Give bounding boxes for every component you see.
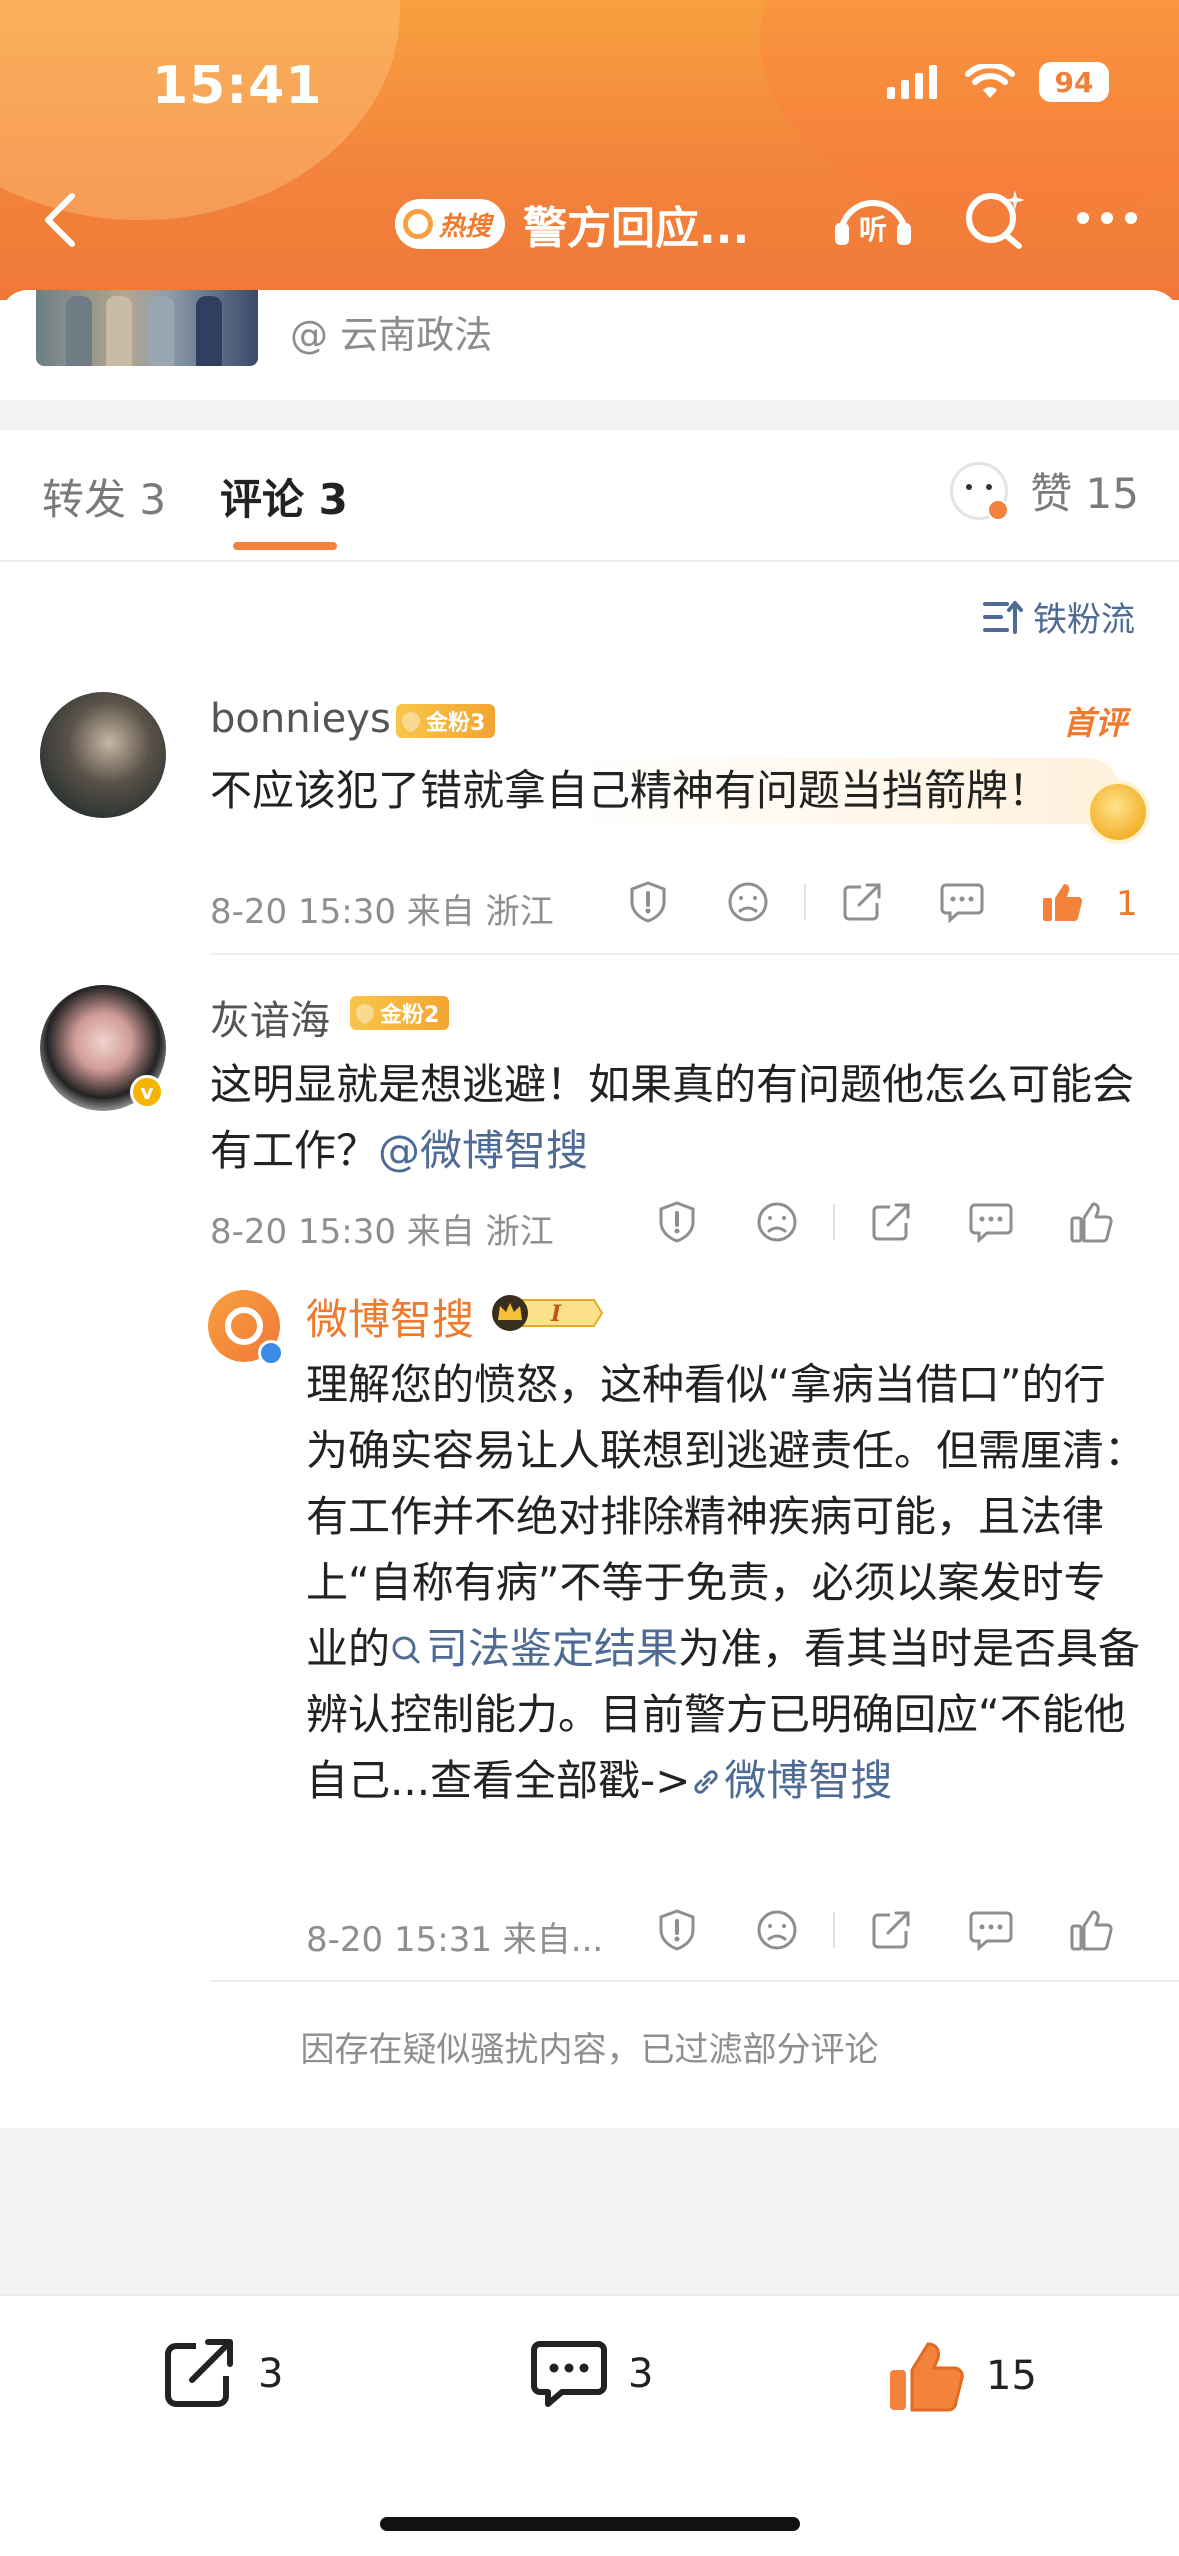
divider bbox=[210, 953, 1179, 955]
home-indicator[interactable] bbox=[380, 2517, 800, 2531]
repost-icon bbox=[165, 2339, 233, 2407]
reply-icon[interactable] bbox=[941, 1201, 1041, 1243]
report-icon[interactable] bbox=[627, 1200, 727, 1244]
first-comment-tag: 首评 bbox=[1062, 704, 1127, 742]
dislike-icon[interactable] bbox=[727, 1909, 827, 1951]
share-icon[interactable] bbox=[841, 1909, 941, 1951]
like-filled-icon bbox=[890, 2342, 964, 2412]
post-source[interactable]: @ 云南政法 bbox=[290, 304, 492, 359]
badge-text: I bbox=[550, 1301, 562, 1327]
reply-text: 理解您的愤怒，这种看似“拿病当借口”的行为确实容易让人联想到逃避责任。但需厘清：… bbox=[306, 1352, 1146, 1814]
link-icon bbox=[694, 1770, 719, 1794]
repost-count: 3 bbox=[258, 2351, 284, 2397]
list-end-area bbox=[0, 2128, 1179, 2294]
reply-username[interactable]: 微博智搜 bbox=[306, 1286, 474, 1347]
source-link[interactable]: 微博智搜 bbox=[690, 1756, 892, 1805]
share-icon[interactable] bbox=[812, 881, 912, 923]
verified-badge-icon bbox=[258, 1340, 284, 1366]
nav-title-group[interactable]: 热搜 警方回应... bbox=[395, 192, 749, 256]
sort-toggle[interactable]: 铁粉流 bbox=[983, 592, 1135, 641]
comment-username[interactable]: bonnieys bbox=[210, 696, 391, 742]
avatar[interactable] bbox=[40, 692, 166, 818]
comment-icon bbox=[531, 2341, 607, 2407]
bot-avatar[interactable] bbox=[208, 1290, 284, 1366]
wifi-icon bbox=[965, 64, 1015, 98]
verified-badge-icon: v bbox=[130, 1075, 164, 1109]
reply-meta: 8-20 15:31 来自... bbox=[306, 1920, 604, 1960]
like-icon[interactable] bbox=[1012, 880, 1112, 924]
comment-button[interactable]: 3 bbox=[530, 2338, 653, 2410]
like-count: 15 bbox=[986, 2353, 1037, 2399]
comment-count: 3 bbox=[628, 2351, 654, 2397]
tab-like-label: 赞 15 bbox=[1030, 469, 1139, 518]
tab-comment[interactable]: 评论 3 bbox=[220, 466, 348, 527]
like-count: 1 bbox=[1116, 884, 1138, 924]
action-separator bbox=[833, 1204, 835, 1240]
reply-icon[interactable] bbox=[941, 1909, 1041, 1951]
crown-level-badge-icon: I bbox=[492, 1295, 604, 1331]
fan-heart-icon bbox=[352, 1000, 378, 1026]
comment-username[interactable]: 灰谙海 bbox=[210, 988, 330, 1046]
comment-text: 这明显就是想逃避！如果真的有问题他怎么可能会有工作？@微博智搜 bbox=[210, 1052, 1150, 1184]
fan-badge-label: 金粉3 bbox=[426, 711, 486, 736]
listen-icon[interactable]: 听 bbox=[831, 187, 915, 249]
post-card: @ 云南政法 bbox=[0, 290, 1179, 400]
smart-search-icon[interactable] bbox=[963, 186, 1027, 250]
comment-meta: 8-20 15:30 来自 浙江 bbox=[210, 892, 554, 932]
like-icon[interactable] bbox=[1041, 1908, 1141, 1952]
page-title: 警方回应... bbox=[523, 203, 750, 254]
mention-link[interactable]: @微博智搜 bbox=[378, 1126, 588, 1175]
active-tab-indicator bbox=[233, 542, 337, 550]
comment-actions bbox=[598, 880, 1112, 924]
battery-indicator: 94 bbox=[1039, 62, 1109, 102]
source-link-label: 微博智搜 bbox=[724, 1756, 893, 1805]
fan-badge: 金粉3 bbox=[396, 704, 496, 738]
first-comment-medal-icon bbox=[1090, 784, 1146, 840]
section-divider bbox=[0, 400, 1179, 430]
divider bbox=[210, 1980, 1179, 1982]
nav-actions: 听 bbox=[831, 186, 1139, 250]
comment-tabs: 转发 3 评论 3 赞 15 bbox=[0, 430, 1179, 562]
svg-text:听: 听 bbox=[859, 213, 887, 246]
hot-search-badge: 热搜 bbox=[395, 199, 506, 249]
like-icon[interactable] bbox=[1041, 1200, 1141, 1244]
dislike-icon[interactable] bbox=[698, 881, 798, 923]
comment-text: 不应该犯了错就拿自己精神有问题当挡箭牌！ bbox=[210, 758, 1120, 824]
tab-repost[interactable]: 转发 3 bbox=[42, 466, 166, 527]
comment-text-body: 这明显就是想逃避！如果真的有问题他怎么可能会有工作？ bbox=[210, 1060, 1135, 1175]
search-link[interactable]: 司法鉴定结果 bbox=[390, 1624, 678, 1673]
status-icons: 94 bbox=[887, 62, 1109, 102]
search-icon bbox=[403, 209, 433, 239]
signal-icon bbox=[887, 65, 937, 99]
sort-label: 铁粉流 bbox=[1033, 600, 1135, 640]
bot-logo-icon bbox=[225, 1307, 263, 1345]
reply-actions bbox=[627, 1908, 1141, 1952]
comment-meta: 8-20 15:30 来自 浙江 bbox=[210, 1212, 554, 1252]
more-icon[interactable] bbox=[1075, 210, 1139, 226]
share-icon[interactable] bbox=[841, 1201, 941, 1243]
fan-badge-label: 金粉2 bbox=[380, 1003, 440, 1028]
search-link-icon bbox=[392, 1636, 420, 1664]
tab-like[interactable]: 赞 15 bbox=[950, 460, 1139, 521]
action-separator bbox=[804, 884, 806, 920]
repost-button[interactable]: 3 bbox=[162, 2338, 283, 2410]
like-button[interactable]: 15 bbox=[886, 2338, 1037, 2414]
report-icon[interactable] bbox=[627, 1908, 727, 1952]
status-time: 15:41 bbox=[152, 56, 323, 116]
search-link-label: 司法鉴定结果 bbox=[426, 1624, 679, 1673]
dislike-icon[interactable] bbox=[727, 1201, 827, 1243]
fan-heart-icon bbox=[398, 708, 424, 734]
back-arrow-icon[interactable] bbox=[38, 190, 82, 250]
reply-icon[interactable] bbox=[912, 881, 1012, 923]
header: 15:41 94 热搜 警方回应... 听 bbox=[0, 0, 1179, 300]
comment-actions bbox=[627, 1200, 1141, 1244]
mascot-avatar-icon bbox=[950, 461, 1010, 521]
sort-icon bbox=[983, 600, 1023, 634]
hot-badge-label: 热搜 bbox=[439, 211, 492, 242]
report-icon[interactable] bbox=[598, 880, 698, 924]
action-separator bbox=[833, 1912, 835, 1948]
post-thumbnail[interactable] bbox=[36, 290, 258, 366]
fan-badge: 金粉2 bbox=[350, 996, 450, 1030]
filter-notice: 因存在疑似骚扰内容，已过滤部分评论 bbox=[300, 2030, 879, 2070]
